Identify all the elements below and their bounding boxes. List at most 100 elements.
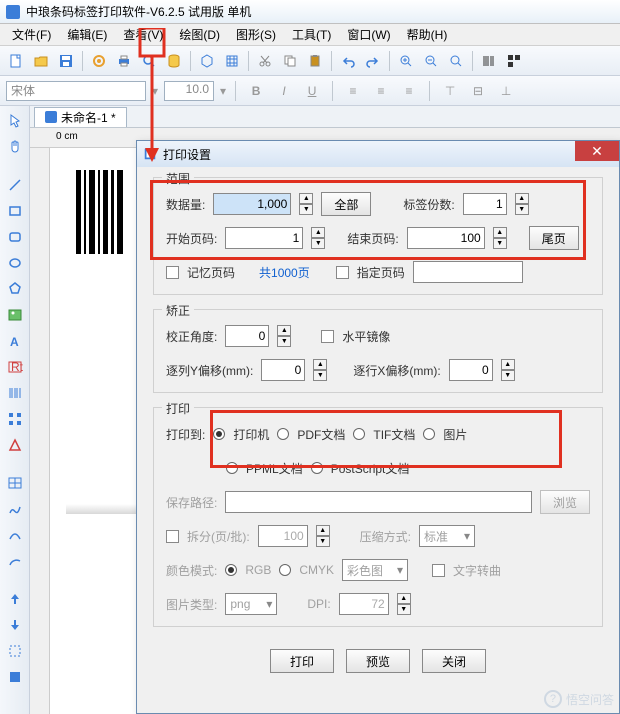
copy-icon[interactable] [278, 49, 302, 73]
angle-spinner[interactable]: ▲▼ [277, 325, 291, 347]
data-qty-spinner[interactable]: ▲▼ [299, 193, 313, 215]
preview-button[interactable]: 预览 [346, 649, 410, 673]
menu-tools[interactable]: 工具(T) [284, 24, 339, 45]
menu-help[interactable]: 帮助(H) [399, 24, 456, 45]
data-qty-input[interactable]: 1,000 [213, 193, 291, 215]
font-select[interactable]: 宋体 [6, 81, 146, 101]
start-page-spinner[interactable]: ▲▼ [311, 227, 325, 249]
qr-side-icon[interactable] [4, 408, 26, 430]
row-x-input[interactable]: 0 [449, 359, 493, 381]
print-button[interactable]: 打印 [270, 649, 334, 673]
preview-icon[interactable] [137, 49, 161, 73]
last-page-button[interactable]: 尾页 [529, 226, 579, 250]
qr-tool-icon[interactable] [502, 49, 526, 73]
grid-icon[interactable] [220, 49, 244, 73]
save-icon[interactable] [54, 49, 78, 73]
menu-window[interactable]: 窗口(W) [339, 24, 398, 45]
hand-tool-icon[interactable] [4, 136, 26, 158]
pointer-tool-icon[interactable] [4, 110, 26, 132]
fill-icon[interactable] [4, 666, 26, 688]
col-y-input[interactable]: 0 [261, 359, 305, 381]
bezier-tool-icon[interactable] [4, 524, 26, 546]
menu-shape[interactable]: 图形(S) [228, 24, 284, 45]
specify-page-input[interactable] [413, 261, 523, 283]
polygon-tool-icon[interactable] [4, 278, 26, 300]
zoom-fit-icon[interactable] [444, 49, 468, 73]
copies-input[interactable]: 1 [463, 193, 507, 215]
size-select[interactable]: 10.0 [164, 81, 214, 101]
redo-icon[interactable] [361, 49, 385, 73]
cut-icon[interactable] [253, 49, 277, 73]
print-to-ppml-radio[interactable] [226, 462, 238, 474]
barcode-tool-icon[interactable] [477, 49, 501, 73]
menu-view[interactable]: 查看(V) [115, 24, 171, 45]
arc-tool-icon[interactable] [4, 550, 26, 572]
roundrect-tool-icon[interactable] [4, 226, 26, 248]
align-center-icon[interactable]: ≡ [370, 80, 392, 102]
undo-icon[interactable] [336, 49, 360, 73]
paste-icon[interactable] [303, 49, 327, 73]
settings-icon[interactable] [87, 49, 111, 73]
table-tool-icon[interactable] [4, 472, 26, 494]
new-icon[interactable] [4, 49, 28, 73]
browse-button[interactable]: 浏览 [540, 490, 590, 514]
dpi-spinner[interactable]: ▲▼ [397, 593, 411, 615]
line-tool-icon[interactable] [4, 174, 26, 196]
angle-input[interactable]: 0 [225, 325, 269, 347]
valign-mid-icon[interactable]: ⊟ [467, 80, 489, 102]
database-icon[interactable] [162, 49, 186, 73]
close-dialog-button[interactable]: 关闭 [422, 649, 486, 673]
color-rgb-radio[interactable] [225, 564, 237, 576]
align-left-icon[interactable]: ≡ [342, 80, 364, 102]
valign-bot-icon[interactable]: ⊥ [495, 80, 517, 102]
menu-file[interactable]: 文件(F) [4, 24, 59, 45]
start-page-input[interactable]: 1 [225, 227, 303, 249]
compress-select[interactable]: 标准 [419, 525, 475, 547]
italic-icon[interactable]: I [273, 80, 295, 102]
close-button[interactable]: ✕ [575, 141, 619, 161]
all-button[interactable]: 全部 [321, 192, 371, 216]
ellipse-tool-icon[interactable] [4, 252, 26, 274]
image-type-select[interactable]: png [225, 593, 277, 615]
bold-icon[interactable]: B [245, 80, 267, 102]
document-tab[interactable]: 未命名-1 * [34, 107, 127, 127]
color-type-select[interactable]: 彩色图 [342, 559, 408, 581]
curve-tool-icon[interactable] [4, 498, 26, 520]
print-icon[interactable] [112, 49, 136, 73]
underline-icon[interactable]: U [301, 80, 323, 102]
col-y-spinner[interactable]: ▲▼ [313, 359, 327, 381]
print-to-ps-radio[interactable] [311, 462, 323, 474]
triangle-tool-icon[interactable] [4, 434, 26, 456]
menu-draw[interactable]: 绘图(D) [171, 24, 228, 45]
menu-edit[interactable]: 编辑(E) [59, 24, 115, 45]
barcode-side-icon[interactable] [4, 382, 26, 404]
arrow-down-icon[interactable] [4, 614, 26, 636]
copies-spinner[interactable]: ▲▼ [515, 193, 529, 215]
end-page-input[interactable]: 100 [407, 227, 485, 249]
valign-top-icon[interactable]: ⊤ [439, 80, 461, 102]
cube-icon[interactable] [195, 49, 219, 73]
remember-page-checkbox[interactable] [166, 266, 179, 279]
align-right-icon[interactable]: ≡ [398, 80, 420, 102]
split-checkbox[interactable] [166, 530, 179, 543]
rect-tool-icon[interactable] [4, 200, 26, 222]
image-tool-icon[interactable] [4, 304, 26, 326]
zoom-in-icon[interactable] [394, 49, 418, 73]
print-to-tif-radio[interactable] [353, 428, 365, 440]
print-to-image-radio[interactable] [423, 428, 435, 440]
color-cmyk-radio[interactable] [279, 564, 291, 576]
end-page-spinner[interactable]: ▲▼ [493, 227, 507, 249]
specify-page-checkbox[interactable] [336, 266, 349, 279]
dpi-input[interactable]: 72 [339, 593, 389, 615]
mirror-checkbox[interactable] [321, 330, 334, 343]
dialog-titlebar[interactable]: 打印设置 ✕ [137, 141, 619, 167]
outline-icon[interactable] [4, 640, 26, 662]
arrow-up-icon[interactable] [4, 588, 26, 610]
save-path-input[interactable] [225, 491, 532, 513]
split-spinner[interactable]: ▲▼ [316, 525, 330, 547]
row-x-spinner[interactable]: ▲▼ [501, 359, 515, 381]
split-input[interactable]: 100 [258, 525, 308, 547]
richtext-tool-icon[interactable]: Rt [4, 356, 26, 378]
zoom-out-icon[interactable] [419, 49, 443, 73]
text-tool-icon[interactable]: A [4, 330, 26, 352]
